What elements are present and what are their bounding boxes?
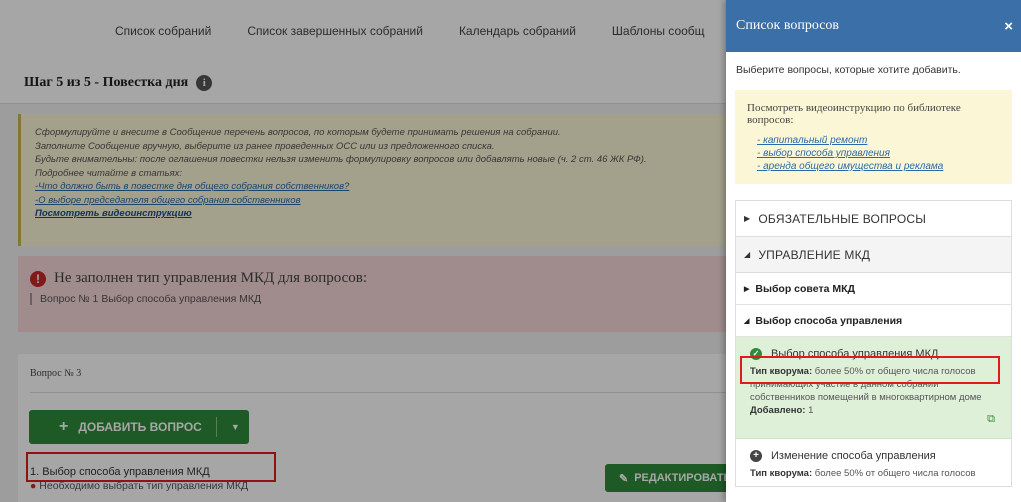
- close-icon[interactable]: ×: [1004, 18, 1013, 35]
- video-instructions-box: Посмотреть видеоинструкцию по библиотеке…: [735, 90, 1012, 184]
- question-card-name: Изменение способа управления: [771, 449, 936, 462]
- section-label: ОБЯЗАТЕЛЬНЫЕ ВОПРОСЫ: [758, 211, 927, 226]
- questions-accordion: ▶ ОБЯЗАТЕЛЬНЫЕ ВОПРОСЫ ◢ УПРАВЛЕНИЕ МКД …: [735, 200, 1012, 487]
- question-card-added: Добавлено: 1: [750, 405, 814, 416]
- video-link-rental[interactable]: - аренда общего имущества и реклама: [757, 160, 1002, 173]
- panel-hint: Выберите вопросы, которые хотите добавит…: [736, 64, 961, 76]
- panel-title: Список вопросов: [736, 18, 840, 33]
- questions-library-panel: Список вопросов × Выберите вопросы, кото…: [726, 0, 1021, 502]
- caret-down-icon: ◢: [744, 250, 751, 259]
- caret-right-icon: ▶: [744, 214, 751, 223]
- video-box-title: Посмотреть видеоинструкцию по библиотеке…: [747, 102, 961, 126]
- section-label: УПРАВЛЕНИЕ МКД: [758, 247, 871, 262]
- question-card[interactable]: + Изменение способа управления Тип квору…: [736, 439, 1011, 486]
- section-required-questions[interactable]: ▶ ОБЯЗАТЕЛЬНЫЕ ВОПРОСЫ: [736, 201, 1011, 237]
- plus-circle-icon[interactable]: +: [750, 450, 762, 462]
- copy-icon[interactable]: ⧉: [987, 413, 995, 426]
- question-card-quorum: Тип кворума: более 50% от общего числа г…: [750, 468, 976, 479]
- panel-header: Список вопросов ×: [726, 0, 1021, 52]
- video-link-capital-repair[interactable]: - капитальный ремонт: [757, 134, 1002, 147]
- highlight-frame-selected: [740, 356, 1000, 384]
- video-link-management-method[interactable]: - выбор способа управления: [757, 147, 1002, 160]
- subsection-council[interactable]: ▶ Выбор совета МКД: [736, 273, 1011, 305]
- caret-right-icon: ▶: [744, 285, 750, 293]
- section-management[interactable]: ◢ УПРАВЛЕНИЕ МКД: [736, 237, 1011, 273]
- subsection-management-method[interactable]: ◢ Выбор способа управления: [736, 305, 1011, 337]
- subsection-label: Выбор совета МКД: [755, 282, 855, 295]
- caret-down-icon: ◢: [744, 317, 750, 325]
- subsection-label: Выбор способа управления: [755, 314, 903, 327]
- question-card-selected[interactable]: ✓ Выбор способа управления МКД Тип квору…: [736, 337, 1011, 439]
